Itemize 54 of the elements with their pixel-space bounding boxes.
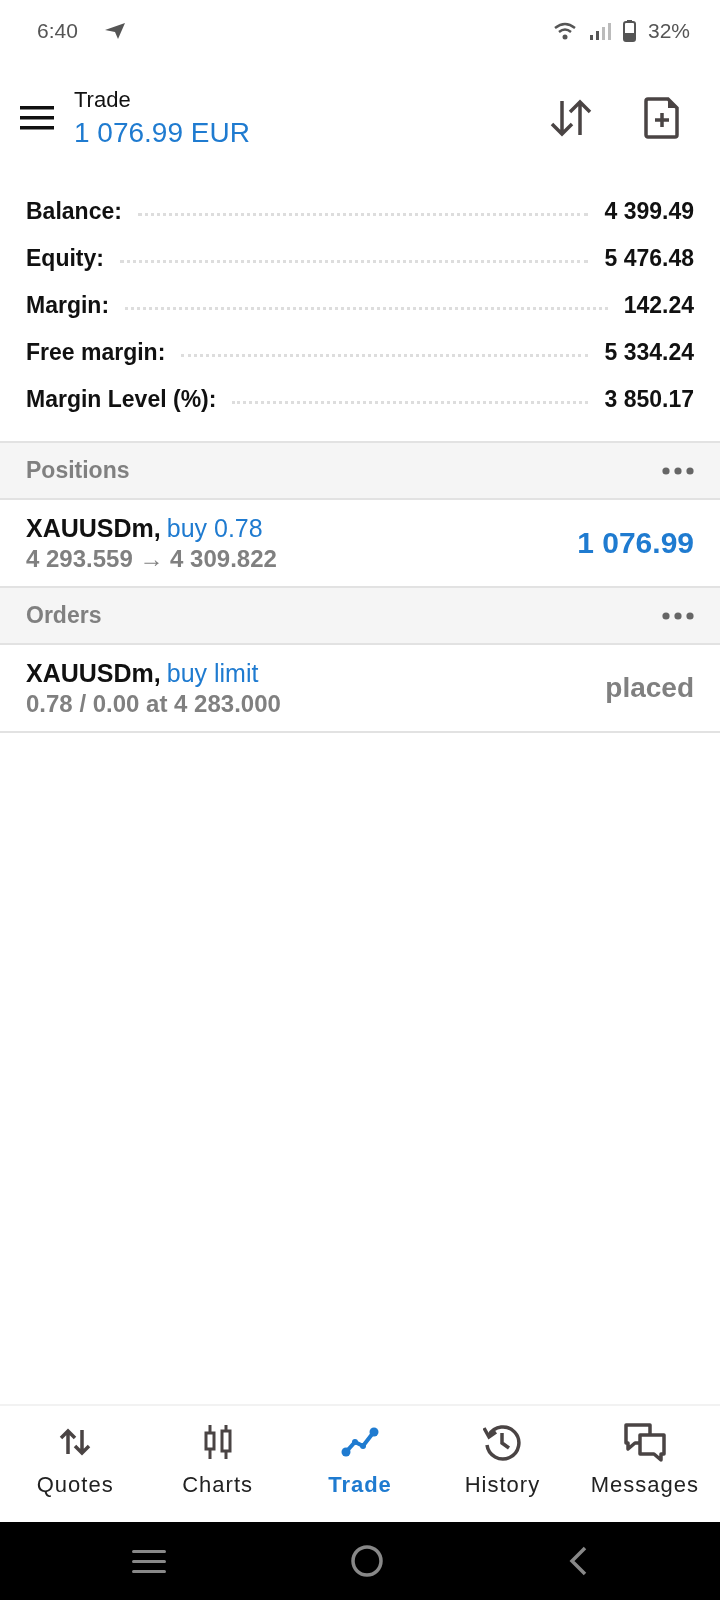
- summary-value: 5 334.24: [604, 339, 694, 366]
- nav-tab[interactable]: Charts: [146, 1406, 289, 1522]
- new-order-button[interactable]: [644, 97, 680, 139]
- more-button[interactable]: [662, 466, 694, 475]
- summary-value: 4 399.49: [604, 198, 694, 225]
- sort-arrows-icon: [550, 99, 592, 137]
- send-icon: [103, 22, 126, 40]
- symbol-name: XAUUSDm,: [26, 658, 161, 687]
- document-plus-icon: [644, 97, 680, 139]
- menu-button[interactable]: [20, 105, 54, 131]
- line-chart-icon: [341, 1427, 379, 1457]
- summary-label: Margin Level (%):: [26, 386, 217, 413]
- trade-action: buy 0.78: [166, 513, 263, 542]
- summary-label: Margin:: [26, 292, 110, 319]
- symbol-name: XAUUSDm,: [26, 513, 161, 542]
- menu-icon: [20, 105, 54, 131]
- section-title: Positions: [26, 457, 130, 484]
- back-button[interactable]: [567, 1546, 588, 1576]
- nav-tab[interactable]: Quotes: [4, 1406, 147, 1522]
- sort-button[interactable]: [550, 99, 592, 137]
- profit-total: 1 076.99 EUR: [74, 117, 251, 149]
- home-button[interactable]: [351, 1545, 383, 1577]
- recents-button[interactable]: [132, 1549, 167, 1573]
- summary-value: 5 476.48: [604, 245, 694, 272]
- more-button[interactable]: [662, 611, 694, 620]
- sort-arrows-icon: [59, 1428, 92, 1456]
- profit-value: 1 076.99: [577, 526, 694, 560]
- menu-icon: [132, 1549, 167, 1573]
- order-status: placed: [605, 672, 694, 704]
- signal-icon: [588, 22, 611, 40]
- price-detail: 4 293.559 → 4 309.822: [26, 544, 278, 573]
- battery-percent: 32%: [647, 19, 690, 43]
- more-icon: [662, 611, 694, 620]
- history-icon: [483, 1423, 522, 1461]
- candlestick-icon: [202, 1425, 233, 1459]
- nav-tab[interactable]: Messages: [573, 1406, 717, 1522]
- trade-action: buy limit: [166, 658, 259, 687]
- price-detail: 0.78 / 0.00 at 4 283.000: [26, 689, 282, 718]
- battery-icon: [622, 20, 636, 42]
- wifi-icon: [552, 22, 577, 40]
- summary-label: Equity:: [26, 245, 104, 272]
- status-time: 6:40: [37, 19, 78, 43]
- nav-tab[interactable]: History: [431, 1406, 574, 1522]
- summary-label: Free margin:: [26, 339, 166, 366]
- summary-value: 3 850.17: [604, 386, 694, 413]
- back-icon: [567, 1546, 588, 1576]
- section-title: Orders: [26, 602, 102, 629]
- chat-icon: [622, 1421, 667, 1463]
- summary-label: Balance:: [26, 198, 122, 225]
- summary-value: 142.24: [623, 292, 694, 319]
- screen-title: Trade: [74, 87, 132, 113]
- circle-icon: [351, 1545, 383, 1577]
- nav-tab[interactable]: Trade: [288, 1406, 432, 1522]
- more-icon: [662, 466, 694, 475]
